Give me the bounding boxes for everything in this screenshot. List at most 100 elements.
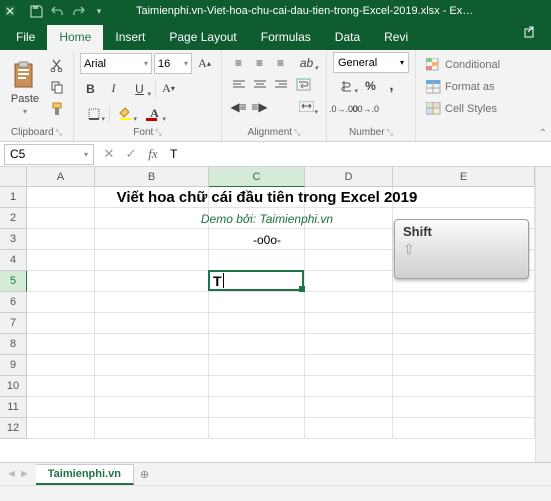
comma-icon[interactable]: ,: [381, 75, 402, 96]
share-icon[interactable]: [515, 19, 541, 50]
cell-C12[interactable]: [209, 418, 305, 439]
italic-button[interactable]: I: [103, 78, 124, 99]
cell-B8[interactable]: [95, 334, 209, 355]
cell-A3[interactable]: [27, 229, 95, 250]
cell-D9[interactable]: [305, 355, 393, 376]
cell-E7[interactable]: [393, 313, 535, 334]
sheet-next-icon[interactable]: ►: [19, 468, 30, 480]
cell-C6[interactable]: [209, 292, 305, 313]
decrease-font-icon[interactable]: A▾: [158, 78, 179, 99]
cut-icon[interactable]: [46, 54, 67, 75]
decrease-indent-icon[interactable]: ◀≡: [228, 96, 249, 117]
name-box[interactable]: C5▾: [4, 144, 94, 165]
cell-A4[interactable]: [27, 250, 95, 271]
cell-D3[interactable]: [305, 229, 393, 250]
cell-C11[interactable]: [209, 397, 305, 418]
cell-C9[interactable]: [209, 355, 305, 376]
cell-B9[interactable]: [95, 355, 209, 376]
col-header-A[interactable]: A: [27, 167, 95, 187]
cell-E12[interactable]: [393, 418, 535, 439]
cell-E1[interactable]: [393, 187, 535, 208]
align-top-icon[interactable]: ≡: [228, 52, 249, 73]
cell-C7[interactable]: [209, 313, 305, 334]
cell-A12[interactable]: [27, 418, 95, 439]
cell-B7[interactable]: [95, 313, 209, 334]
cell-E9[interactable]: [393, 355, 535, 376]
undo-icon[interactable]: [48, 2, 66, 20]
font-color-icon[interactable]: A: [141, 103, 168, 124]
percent-icon[interactable]: %: [360, 75, 381, 96]
cell-D1[interactable]: [305, 187, 393, 208]
cell-B12[interactable]: [95, 418, 209, 439]
row-header-8[interactable]: 8: [0, 334, 27, 355]
orientation-icon[interactable]: ab: [293, 52, 320, 73]
cell-A6[interactable]: [27, 292, 95, 313]
copy-icon[interactable]: [46, 76, 67, 97]
cell-D11[interactable]: [305, 397, 393, 418]
cell-C4[interactable]: [209, 250, 305, 271]
cell-A9[interactable]: [27, 355, 95, 376]
cell-B6[interactable]: [95, 292, 209, 313]
row-header-2[interactable]: 2: [0, 208, 27, 229]
border-icon[interactable]: [80, 103, 107, 124]
cell-C1[interactable]: [209, 187, 305, 208]
cell-B11[interactable]: [95, 397, 209, 418]
cell-A5[interactable]: [27, 271, 95, 292]
cell-D6[interactable]: [305, 292, 393, 313]
spreadsheet-grid[interactable]: ABCDE 123456789101112 Viết hoa chữ cái đ…: [0, 167, 551, 467]
align-right-icon[interactable]: [270, 74, 291, 95]
font-name-select[interactable]: Arial▾: [80, 53, 152, 74]
underline-button[interactable]: U: [126, 78, 153, 99]
cell-D12[interactable]: [305, 418, 393, 439]
formula-bar[interactable]: T: [164, 145, 551, 163]
enter-icon[interactable]: ✓: [120, 143, 142, 165]
col-header-D[interactable]: D: [305, 167, 393, 187]
tab-formulas[interactable]: Formulas: [249, 25, 323, 50]
row-header-6[interactable]: 6: [0, 292, 27, 313]
accounting-format-icon[interactable]: [333, 75, 360, 96]
align-center-icon[interactable]: [249, 74, 270, 95]
cell-B3[interactable]: [95, 229, 209, 250]
cell-A10[interactable]: [27, 376, 95, 397]
row-header-5[interactable]: 5: [0, 271, 27, 292]
row-header-10[interactable]: 10: [0, 376, 27, 397]
row-header-11[interactable]: 11: [0, 397, 27, 418]
col-header-C[interactable]: C: [209, 167, 305, 187]
align-middle-icon[interactable]: ≡: [249, 52, 270, 73]
fill-color-icon[interactable]: [112, 103, 139, 124]
sheet-add-icon[interactable]: ⊕: [134, 465, 155, 484]
number-format-select[interactable]: General▾: [333, 52, 409, 73]
increase-font-icon[interactable]: A▴: [194, 53, 215, 74]
cell-D8[interactable]: [305, 334, 393, 355]
align-left-icon[interactable]: [228, 74, 249, 95]
cell-D4[interactable]: [305, 250, 393, 271]
fx-icon[interactable]: fx: [142, 143, 164, 165]
cell-C8[interactable]: [209, 334, 305, 355]
font-size-select[interactable]: 16▾: [154, 53, 192, 74]
save-icon[interactable]: [27, 2, 45, 20]
cancel-icon[interactable]: ✕: [98, 143, 120, 165]
row-header-1[interactable]: 1: [0, 187, 27, 208]
cell-E10[interactable]: [393, 376, 535, 397]
format-as-table-button[interactable]: Format as: [422, 77, 504, 97]
col-header-E[interactable]: E: [393, 167, 535, 187]
cell-D2[interactable]: [305, 208, 393, 229]
conditional-formatting-button[interactable]: Conditional: [422, 55, 504, 75]
sheet-prev-icon[interactable]: ◄: [6, 468, 17, 480]
cell-A1[interactable]: [27, 187, 95, 208]
cell-A2[interactable]: [27, 208, 95, 229]
collapse-ribbon-icon[interactable]: ⌃: [539, 128, 547, 139]
wrap-text-icon[interactable]: [293, 74, 314, 95]
format-painter-icon[interactable]: [46, 98, 67, 119]
cell-B5[interactable]: [95, 271, 209, 292]
decrease-decimal-icon[interactable]: .00→.0: [354, 98, 375, 119]
row-header-12[interactable]: 12: [0, 418, 27, 439]
cell-D5[interactable]: [305, 271, 393, 292]
redo-icon[interactable]: [69, 2, 87, 20]
cell-C2[interactable]: [209, 208, 305, 229]
row-header-9[interactable]: 9: [0, 355, 27, 376]
tab-page-layout[interactable]: Page Layout: [157, 25, 248, 50]
cell-E6[interactable]: [393, 292, 535, 313]
col-header-B[interactable]: B: [95, 167, 209, 187]
tab-data[interactable]: Data: [323, 25, 372, 50]
